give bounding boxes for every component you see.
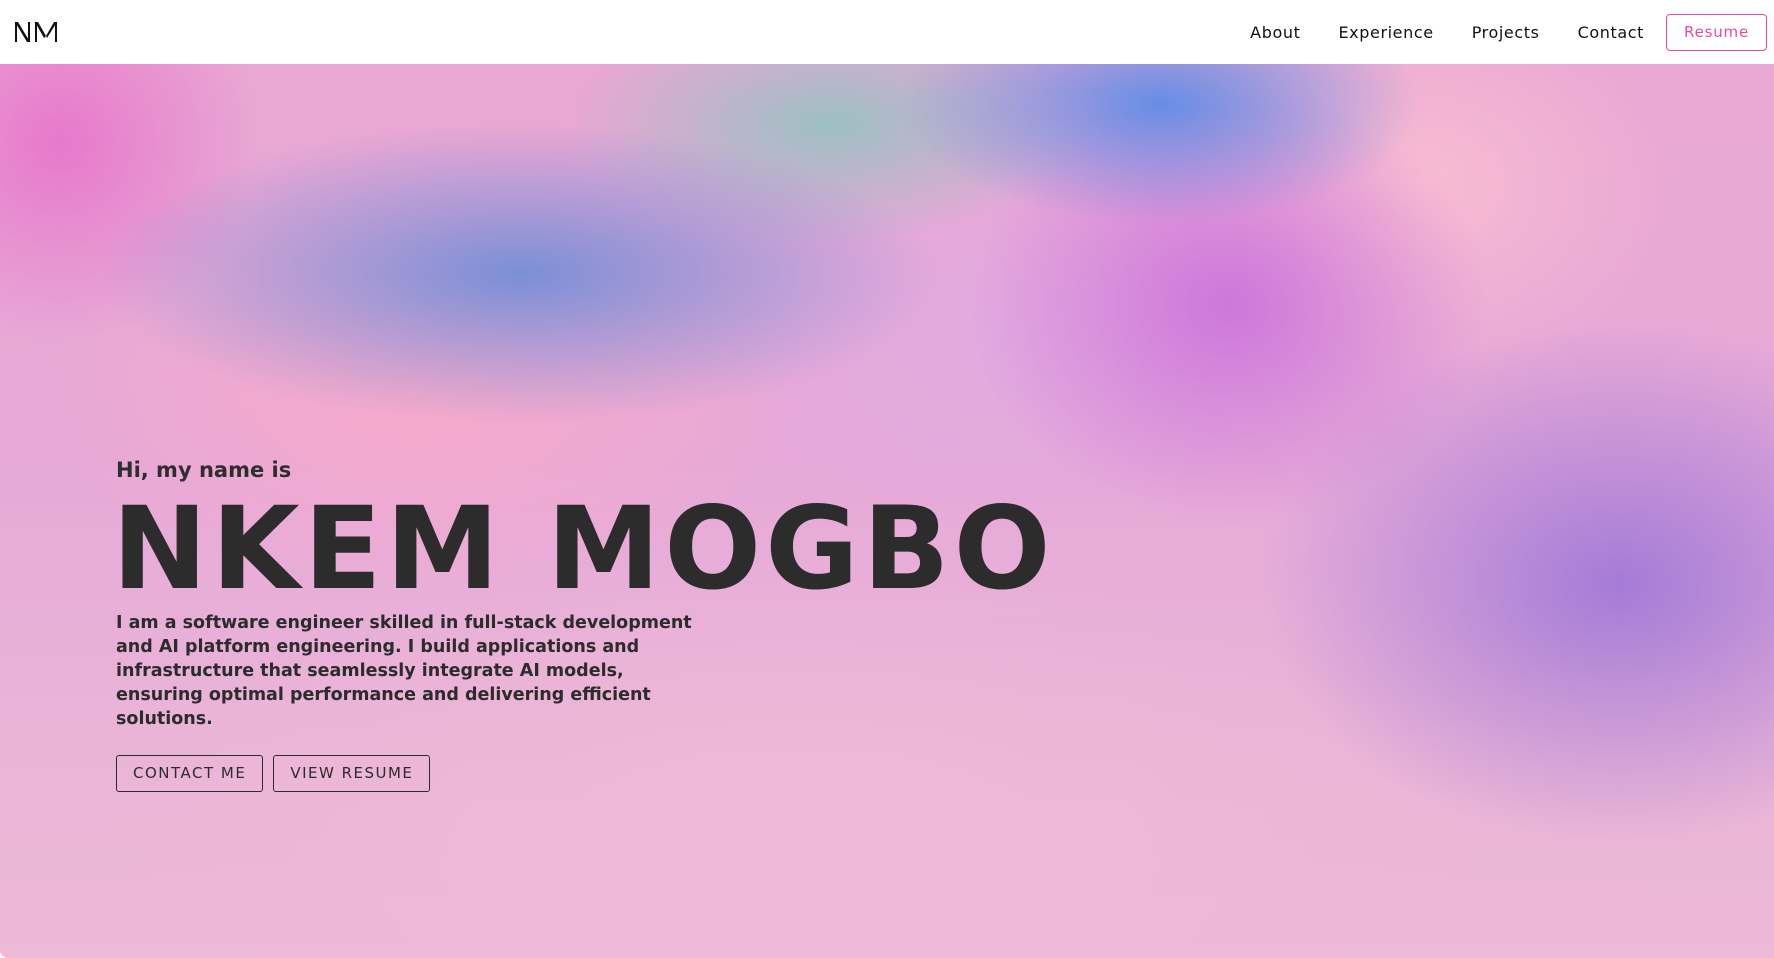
hero-content: Hi, my name is NKEM MOGBO I am a softwar… bbox=[112, 457, 1054, 792]
view-resume-button[interactable]: VIEW RESUME bbox=[273, 755, 431, 792]
hero-section: Hi, my name is NKEM MOGBO I am a softwar… bbox=[0, 64, 1774, 958]
portfolio-page: About Experience Projects Contact Resume… bbox=[0, 0, 1774, 958]
hero-cta-row: CONTACT ME VIEW RESUME bbox=[116, 755, 1054, 792]
nav-link-projects[interactable]: Projects bbox=[1472, 23, 1540, 42]
hero-name-heading: NKEM MOGBO bbox=[112, 482, 1055, 615]
resume-button[interactable]: Resume bbox=[1666, 13, 1767, 51]
nav-link-about[interactable]: About bbox=[1250, 23, 1300, 42]
nav-link-experience[interactable]: Experience bbox=[1338, 23, 1433, 42]
nav-link-contact[interactable]: Contact bbox=[1578, 23, 1644, 42]
hero-greeting: Hi, my name is bbox=[116, 458, 292, 482]
contact-me-button[interactable]: CONTACT ME bbox=[116, 755, 264, 792]
primary-navigation: About Experience Projects Contact Resume bbox=[1250, 0, 1774, 64]
top-navbar: About Experience Projects Contact Resume bbox=[0, 0, 1774, 64]
hero-bio: I am a software engineer skilled in full… bbox=[116, 613, 692, 729]
nm-monogram-logo[interactable] bbox=[15, 20, 61, 44]
